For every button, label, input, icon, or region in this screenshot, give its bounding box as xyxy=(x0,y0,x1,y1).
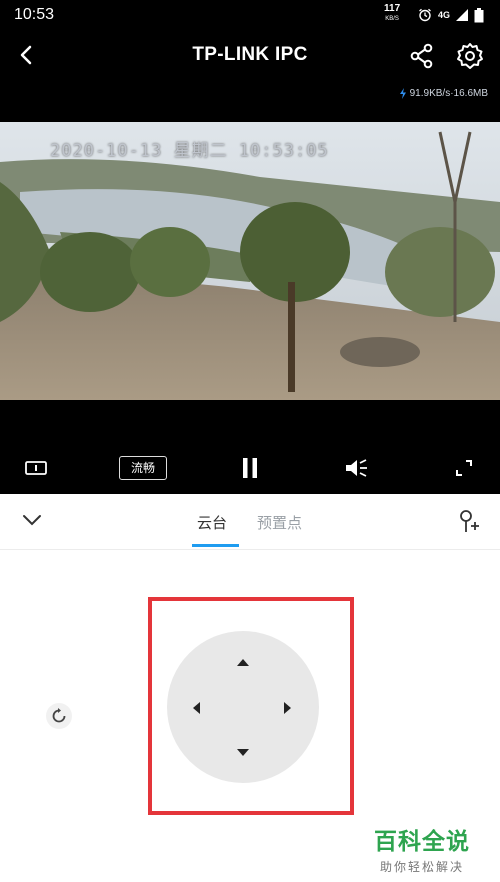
arrow-up-icon[interactable] xyxy=(237,659,249,666)
volume-button[interactable] xyxy=(342,448,372,488)
refresh-icon xyxy=(52,708,66,723)
signal-label: 4G xyxy=(438,10,451,20)
status-time: 10:53 xyxy=(14,6,55,23)
screen-info-button[interactable] xyxy=(22,448,50,488)
battery-icon xyxy=(474,7,484,22)
pause-button[interactable] xyxy=(236,448,264,488)
playback-controls: 流畅 xyxy=(0,448,500,488)
gear-icon[interactable] xyxy=(456,42,484,70)
tab-presets[interactable]: 预置点 xyxy=(257,512,302,533)
tab-underline xyxy=(192,544,239,547)
camera-image xyxy=(0,122,500,400)
status-bar: 10:53 117 KB/S 4G xyxy=(0,0,500,30)
status-icons: 4G xyxy=(418,6,484,24)
network-speed: 117 KB/S xyxy=(384,3,401,23)
alarm-icon xyxy=(419,8,431,22)
chevron-down-icon[interactable] xyxy=(20,508,44,532)
ptz-joystick[interactable] xyxy=(167,631,319,783)
pause-icon xyxy=(243,458,257,478)
arrow-right-icon[interactable] xyxy=(284,702,291,714)
control-tabs: 云台 预置点 xyxy=(0,494,500,550)
camera-feed[interactable] xyxy=(0,122,500,400)
stream-stats: 91.9KB/s·16.6MB xyxy=(399,88,488,99)
osd-timestamp: 2020-10-13 星期二 10:53:05 xyxy=(50,141,329,161)
arrow-left-icon[interactable] xyxy=(193,702,200,714)
top-bar: TP-LINK IPC xyxy=(0,30,500,82)
bolt-icon xyxy=(399,88,406,99)
tab-ptz[interactable]: 云台 xyxy=(197,512,227,533)
reset-button[interactable] xyxy=(46,703,72,729)
add-preset-icon[interactable] xyxy=(456,508,482,534)
watermark: 百科全说 助你轻松解决 xyxy=(374,822,470,875)
fullscreen-button[interactable] xyxy=(450,448,478,488)
share-icon[interactable] xyxy=(408,42,436,70)
arrow-down-icon[interactable] xyxy=(237,749,249,756)
quality-button[interactable]: 流畅 xyxy=(119,456,167,480)
screen-info-icon xyxy=(25,461,47,475)
fullscreen-icon xyxy=(456,460,472,476)
signal-icon xyxy=(456,9,469,21)
speaker-icon xyxy=(346,459,367,477)
watermark-subtitle: 助你轻松解决 xyxy=(379,860,464,874)
watermark-title: 百科全说 xyxy=(374,828,470,854)
